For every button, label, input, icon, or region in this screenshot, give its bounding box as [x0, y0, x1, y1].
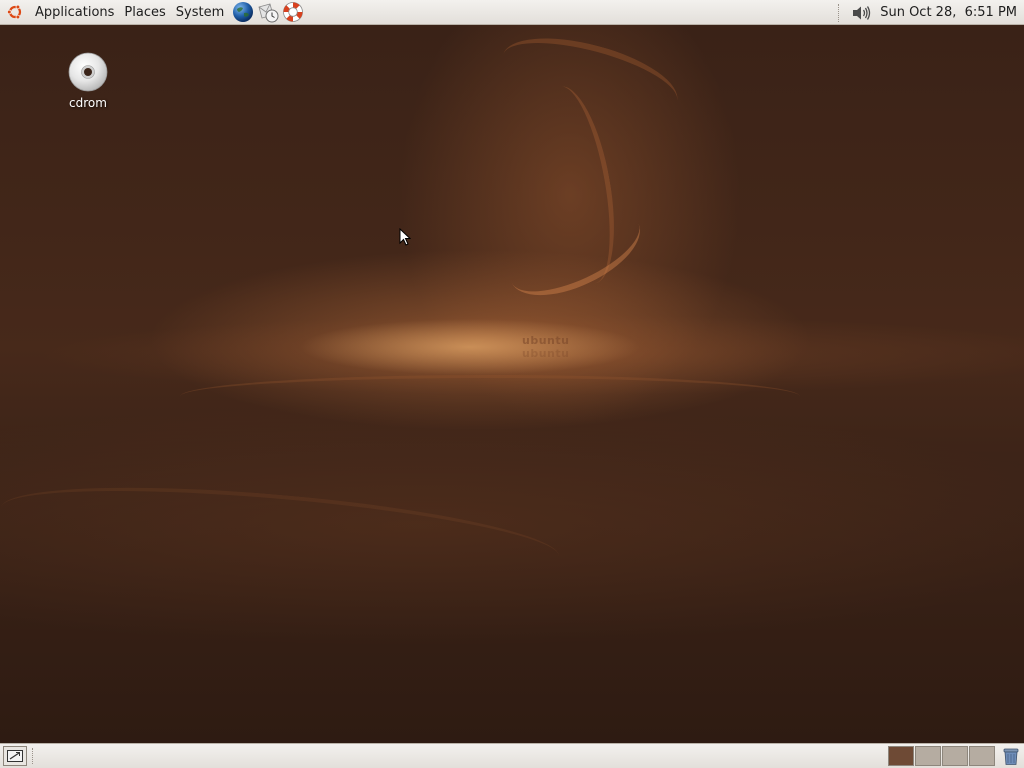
workspace-3[interactable]: [942, 746, 968, 766]
show-desktop-icon: [7, 750, 23, 762]
bottom-panel: [0, 743, 1024, 768]
workspace-2[interactable]: [915, 746, 941, 766]
desktop-icon-label: cdrom: [69, 96, 107, 110]
desktop-icon-cdrom[interactable]: cdrom: [60, 52, 116, 110]
workspace-1[interactable]: [888, 746, 914, 766]
desktop-wallpaper[interactable]: ubuntu ubuntu: [0, 22, 1024, 743]
ubuntu-logo-icon[interactable]: [7, 4, 23, 20]
email-clock-icon[interactable]: [257, 1, 279, 23]
web-browser-globe-icon[interactable]: [232, 1, 254, 23]
desktop-screen: ubuntu ubuntu Applications Places System: [0, 0, 1024, 768]
menu-places[interactable]: Places: [119, 0, 170, 25]
workspace-switcher: [888, 746, 996, 766]
show-desktop-button[interactable]: [3, 746, 27, 766]
menu-applications[interactable]: Applications: [30, 0, 119, 25]
help-lifebuoy-icon[interactable]: [282, 1, 304, 23]
cdrom-icon: [68, 52, 108, 92]
panel-handle[interactable]: [838, 3, 841, 22]
menu-system[interactable]: System: [171, 0, 229, 25]
top-panel: Applications Places System Sun Oct 28, 6…: [0, 0, 1024, 25]
volume-icon[interactable]: [851, 3, 871, 23]
workspace-4[interactable]: [969, 746, 995, 766]
panel-handle[interactable]: [32, 748, 33, 764]
panel-clock[interactable]: Sun Oct 28, 6:51 PM: [876, 0, 1021, 25]
system-tray: Sun Oct 28, 6:51 PM: [838, 0, 1024, 25]
trash-icon[interactable]: [1000, 746, 1022, 766]
mouse-pointer-icon: [399, 228, 411, 246]
ubuntu-watermark: ubuntu ubuntu: [522, 334, 570, 360]
